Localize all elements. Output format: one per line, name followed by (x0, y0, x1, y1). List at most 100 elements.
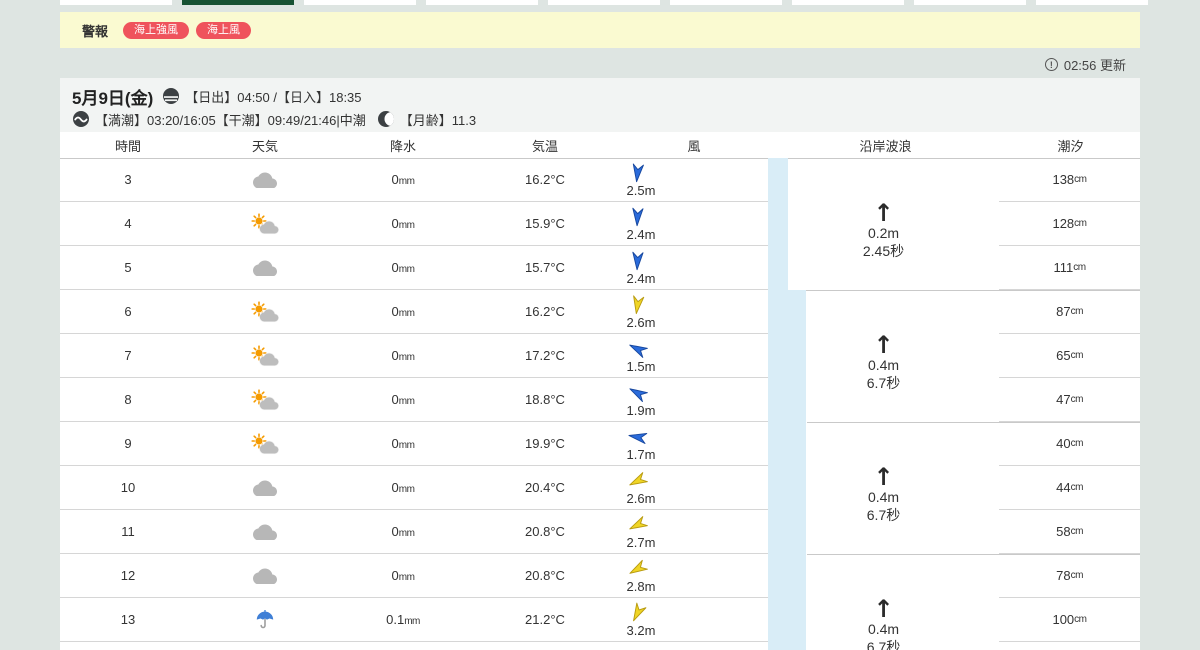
wave-direction-arrow-icon: ↑ (873, 595, 894, 623)
wave-height: 0.2m (867, 225, 900, 241)
wave-period: 6.7秒 (866, 507, 901, 523)
wave-direction-arrow-icon: ↑ (873, 331, 894, 359)
tide-cell: 78 cm (999, 554, 1140, 598)
tab[interactable] (60, 0, 172, 5)
wave-period: 6.7秒 (866, 639, 901, 650)
time-cell: 5 (124, 260, 132, 275)
forecast-row: 6 0mm 16.2°C 2.6m (60, 290, 770, 334)
sun-cloud-icon (196, 300, 334, 323)
forecast-row: 12 0mm 20.8°C 2.8m (60, 554, 770, 598)
tide-cell: 128 cm (999, 202, 1140, 246)
cloudy-icon (196, 259, 334, 276)
tide-cell: 138 cm (999, 158, 1140, 202)
warning-badges: 海上強風 海上風 (123, 21, 252, 39)
time-cell: 7 (124, 348, 132, 363)
temp-cell: 15.9°C (525, 216, 565, 231)
tab[interactable] (548, 0, 660, 5)
wind-direction-icon (624, 337, 650, 361)
col-header-precip: 降水 (389, 138, 416, 154)
forecast-rows: 3 0mm 16.2°C 2.5m 4 0mm 15.9°C 2.4m 5 0mm 15.… (60, 158, 770, 642)
forecast-row: 7 0mm 17.2°C 1.5m (60, 334, 770, 378)
update-time-text: 02:56 更新 (1063, 58, 1126, 73)
tab[interactable] (426, 0, 538, 5)
precip-cell: 0mm (391, 172, 415, 187)
wind-cell: 2.5m (618, 161, 770, 198)
forecast-card: 5月9日(金) 【日出】04:50 /【日入】18:35 【満潮】03:20/1… (60, 78, 1140, 650)
date-title: 5月9日(金) (72, 88, 154, 108)
col-header-wind: 風 (687, 138, 701, 154)
time-cell: 11 (121, 524, 135, 539)
time-cell: 3 (124, 172, 132, 187)
sun-cloud-icon (196, 388, 334, 411)
wind-speed: 2.4m (626, 227, 656, 242)
col-header-time: 時間 (114, 138, 141, 154)
wave-info: ↑ 0.4m 6.7秒 (768, 554, 999, 650)
wind-direction-icon (625, 600, 649, 626)
wave-period: 6.7秒 (866, 375, 901, 391)
alert-circle-icon: ! (1044, 58, 1058, 71)
tide-times-text: 【満潮】03:20/16:05【干潮】09:49/21:46|中潮 (95, 112, 366, 128)
wind-cell: 2.4m (618, 205, 770, 242)
cloudy-icon (196, 567, 334, 584)
cloudy-icon (196, 171, 334, 188)
temp-cell: 20.4°C (525, 480, 565, 495)
wind-cell: 2.7m (618, 513, 770, 550)
tab[interactable] (670, 0, 782, 5)
time-cell: 13 (120, 612, 136, 627)
col-header-tide: 潮汐 (1057, 138, 1084, 154)
precip-cell: 0mm (391, 216, 415, 231)
temp-cell: 17.2°C (525, 348, 565, 363)
warning-badge[interactable]: 海上強風 (123, 21, 190, 39)
forecast-row: 10 0mm 20.4°C 2.6m (60, 466, 770, 510)
forecast-row: 8 0mm 18.8°C 1.9m (60, 378, 770, 422)
wind-direction-icon (628, 207, 646, 228)
time-cell: 4 (124, 216, 132, 231)
temp-cell: 18.8°C (525, 392, 565, 407)
tide-cell: 44 cm (999, 466, 1140, 510)
cloudy-icon (196, 523, 334, 540)
col-header-weather: 天気 (251, 138, 278, 154)
warning-badge[interactable]: 海上風 (196, 21, 252, 39)
forecast-row: 5 0mm 15.7°C 2.4m (60, 246, 770, 290)
sun-cloud-icon (196, 212, 334, 235)
wind-cell: 2.4m (618, 249, 770, 286)
table-header-row: 時間 天気 降水 気温 風 沿岸波浪 潮汐 (60, 132, 1140, 159)
tab[interactable] (304, 0, 416, 5)
warning-label: 警報 (82, 23, 109, 39)
wind-speed: 1.9m (626, 403, 656, 418)
top-tabs (60, 0, 1148, 5)
sun-cloud-icon (196, 432, 334, 455)
tide-cell: 40 cm (999, 422, 1140, 466)
tab-active[interactable] (182, 0, 294, 5)
sunrise-sunset-text: 【日出】04:50 /【日入】18:35 (185, 89, 362, 105)
temp-cell: 16.2°C (525, 304, 565, 319)
wind-speed: 2.5m (626, 183, 656, 198)
precip-cell: 0.1mm (386, 612, 420, 627)
tab[interactable] (792, 0, 904, 5)
tab[interactable] (1036, 0, 1148, 5)
wave-direction-arrow-icon: ↑ (873, 199, 894, 227)
wave-info: ↑ 0.4m 6.7秒 (768, 290, 999, 422)
temp-cell: 15.7°C (525, 260, 565, 275)
temp-cell: 19.9°C (525, 436, 565, 451)
wind-cell: 2.6m (618, 469, 770, 506)
precip-cell: 0mm (391, 524, 415, 539)
wind-direction-icon (624, 557, 650, 582)
wind-direction-icon (624, 513, 650, 537)
precip-cell: 0mm (391, 392, 415, 407)
col-header-waves: 沿岸波浪 (859, 138, 912, 154)
forecast-row: 4 0mm 15.9°C 2.4m (60, 202, 770, 246)
col-header-temp: 気温 (531, 138, 558, 154)
wind-speed: 1.7m (626, 447, 656, 462)
precip-cell: 0mm (391, 436, 415, 451)
wave-height: 0.4m (867, 489, 900, 505)
sun-cloud-icon (196, 344, 334, 367)
warning-bar: 警報 海上強風 海上風 (60, 12, 1140, 48)
wind-direction-icon (627, 294, 647, 316)
wind-direction-icon (628, 162, 647, 184)
wave-direction-arrow-icon: ↑ (873, 463, 894, 491)
wind-speed: 2.8m (626, 579, 656, 594)
wind-cell: 2.8m (618, 557, 770, 594)
wind-cell: 3.2m (618, 601, 770, 638)
tab[interactable] (914, 0, 1026, 5)
